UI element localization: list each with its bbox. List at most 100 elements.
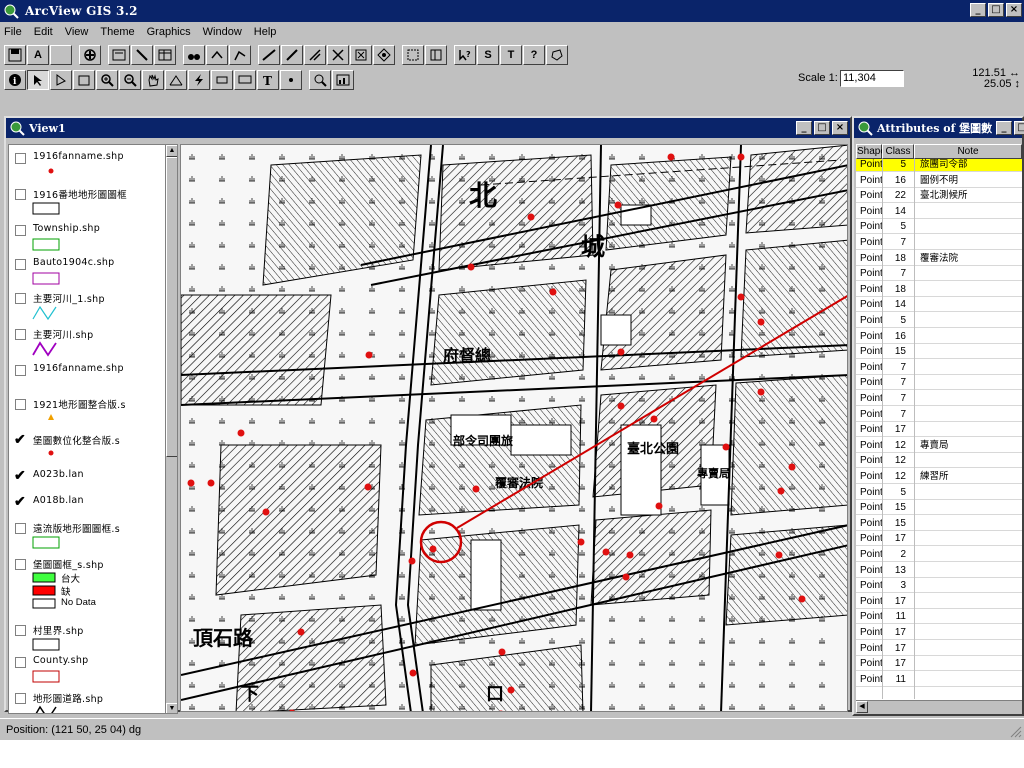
map-point-marker[interactable] [602, 548, 610, 556]
text-tool-button[interactable]: A [27, 45, 49, 65]
visibility-checkbox[interactable] [15, 625, 26, 636]
map-point-marker[interactable] [577, 538, 585, 546]
select-features-button[interactable] [258, 45, 280, 65]
table-row[interactable]: Point 14 [856, 299, 1022, 313]
map-point-marker[interactable] [467, 263, 475, 271]
table-row[interactable]: Point 7 [856, 377, 1022, 391]
checkmark-icon[interactable]: ✔ [14, 467, 26, 484]
toc-entry[interactable]: 1916番地地形圖圖框 [9, 187, 167, 217]
hotlink-tool[interactable] [188, 70, 210, 90]
table-row[interactable]: Point 5 [856, 315, 1022, 328]
scroll-thumb[interactable] [166, 157, 177, 457]
help-pointer-button[interactable]: ? [454, 45, 476, 65]
maximize-button[interactable]: □ [988, 3, 1004, 17]
visibility-checkbox[interactable] [15, 293, 26, 304]
table-row[interactable]: Point 22 臺北測候所 [856, 190, 1022, 204]
toc-entry[interactable]: County.shp [9, 655, 167, 685]
column-header-note[interactable]: Note [914, 144, 1022, 159]
minimize-button[interactable]: _ [970, 3, 986, 17]
map-point-marker[interactable] [187, 479, 195, 487]
attributes-maximize-button[interactable]: □ [1014, 121, 1024, 135]
map-point-marker[interactable] [737, 293, 745, 301]
scroll-down-button[interactable]: ▼ [166, 703, 177, 713]
toc-scrollbar[interactable]: ▲ ▼ [165, 145, 177, 713]
map-point-marker[interactable] [617, 348, 625, 356]
visibility-checkbox[interactable] [15, 399, 26, 410]
map-point-marker[interactable] [622, 573, 630, 581]
table-row[interactable]: Point 13 [856, 565, 1022, 578]
table-row[interactable]: Point 2 [856, 549, 1022, 562]
map-point-marker[interactable] [788, 463, 796, 471]
table-row[interactable]: Point 17 [856, 533, 1022, 547]
table-row[interactable]: Point 12 專賣局 [856, 440, 1022, 453]
table-row[interactable]: Point 17 [856, 658, 1022, 672]
table-row[interactable]: Point 16 圖例不明 [856, 175, 1022, 188]
scale-input[interactable]: 11,304 [840, 70, 904, 87]
callout-tool[interactable] [234, 70, 256, 90]
toc-entry[interactable]: 主要河川.shp [9, 327, 167, 357]
blank-button[interactable] [50, 45, 72, 65]
map-point-marker[interactable] [757, 318, 765, 326]
open-table-button[interactable] [154, 45, 176, 65]
table-row[interactable]: Point 5 [856, 487, 1022, 500]
map-point-marker[interactable] [527, 213, 535, 221]
add-theme-button[interactable] [79, 45, 101, 65]
query-builder-button[interactable] [309, 70, 331, 90]
table-row[interactable]: Point 11 [856, 611, 1022, 625]
menu-window[interactable]: Window [203, 26, 242, 38]
checkmark-icon[interactable]: ✔ [14, 493, 26, 510]
label-tool[interactable] [211, 70, 233, 90]
map-point-marker[interactable] [617, 402, 625, 410]
zoom-selected-button[interactable] [373, 45, 395, 65]
table-row[interactable]: Point 7 [856, 393, 1022, 406]
map-point-marker[interactable] [737, 153, 745, 161]
map-point-marker[interactable] [614, 201, 622, 209]
map-point-marker[interactable] [262, 508, 270, 516]
map-point-marker[interactable] [507, 686, 515, 694]
table-row[interactable]: Point 17 [856, 424, 1022, 438]
table-row[interactable]: Point 14 [856, 206, 1022, 219]
draw-point-tool[interactable] [280, 70, 302, 90]
map-point-marker[interactable] [549, 288, 557, 296]
visibility-checkbox[interactable] [15, 559, 26, 570]
polygon-button[interactable] [546, 45, 568, 65]
edit-legend-button[interactable] [131, 45, 153, 65]
locate-button[interactable] [206, 45, 228, 65]
table-row[interactable]: Point 7 [856, 362, 1022, 375]
visibility-checkbox[interactable] [15, 657, 26, 668]
map-point-marker[interactable] [409, 669, 417, 677]
table-row[interactable]: Point 16 [856, 331, 1022, 344]
text-tool[interactable]: T [257, 70, 279, 90]
visibility-checkbox[interactable] [15, 259, 26, 270]
select-graphics-button[interactable] [281, 45, 303, 65]
toc-entry[interactable]: 堡圖圖框_s.shp 台大缺 No Data [9, 557, 167, 621]
toc-entry[interactable]: 主要河川_1.shp [9, 291, 167, 321]
measure-tool[interactable] [165, 70, 187, 90]
visibility-checkbox[interactable] [15, 225, 26, 236]
zoom-in-tool[interactable] [96, 70, 118, 90]
toc-entry[interactable]: 村里界.shp [9, 623, 167, 653]
map-point-marker[interactable] [207, 479, 215, 487]
map-point-marker[interactable] [237, 429, 245, 437]
column-header-shape[interactable]: Shape [856, 144, 886, 159]
theme-properties-button[interactable] [108, 45, 130, 65]
text-button[interactable]: T [500, 45, 522, 65]
save-button[interactable] [4, 45, 26, 65]
table-row[interactable]: Point 5 旅團司令部 [856, 159, 1022, 172]
table-row[interactable]: Point 17 [856, 596, 1022, 609]
find-button[interactable] [183, 45, 205, 65]
toc-entry[interactable]: Bauto1904c.shp [9, 257, 167, 287]
table-row[interactable]: Point 17 [856, 627, 1022, 640]
map-canvas[interactable]: 北城府督總 部令司團旅 臺北公園 覆審法院 專賣局 頂石路下 口 [180, 144, 848, 712]
map-point-marker[interactable] [429, 545, 437, 553]
zoom-extent-button[interactable] [327, 45, 349, 65]
map-point-marker[interactable] [722, 443, 730, 451]
map-point-marker[interactable] [498, 648, 506, 656]
table-row[interactable]: Point 5 [856, 221, 1022, 235]
zoom-active-button[interactable] [350, 45, 372, 65]
menu-help[interactable]: Help [254, 26, 277, 38]
scroll-left-button[interactable]: ◀ [856, 701, 868, 713]
table-row[interactable]: Point 7 [856, 268, 1022, 282]
view-minimize-button[interactable]: _ [796, 121, 812, 135]
toc-entry[interactable]: Township.shp [9, 223, 167, 253]
